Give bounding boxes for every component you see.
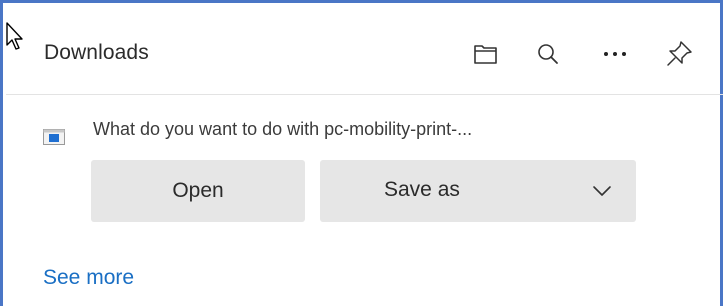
installer-file-icon	[43, 129, 65, 145]
panel-header: Downloads	[6, 6, 723, 95]
search-icon	[538, 44, 558, 64]
more-options-button[interactable]	[597, 36, 633, 72]
open-button[interactable]: Open	[91, 160, 305, 222]
open-button-label: Open	[172, 179, 224, 202]
search-downloads-button[interactable]	[530, 36, 566, 72]
download-item: What do you want to do with pc-mobility-…	[43, 115, 683, 151]
panel-title: Downloads	[44, 41, 149, 64]
pin-panel-button[interactable]	[661, 36, 697, 72]
downloads-panel: Downloads What do you want to do with pc…	[0, 0, 723, 306]
pin-icon	[667, 41, 692, 66]
see-more-link[interactable]: See more	[43, 266, 134, 290]
save-as-button[interactable]: Save as	[320, 160, 636, 222]
download-prompt-text: What do you want to do with pc-mobility-…	[93, 119, 473, 139]
chevron-down-icon[interactable]	[592, 181, 612, 201]
save-as-button-label: Save as	[384, 178, 460, 201]
open-downloads-folder-button[interactable]	[468, 36, 504, 72]
folder-icon	[474, 45, 497, 64]
more-icon	[604, 52, 626, 56]
